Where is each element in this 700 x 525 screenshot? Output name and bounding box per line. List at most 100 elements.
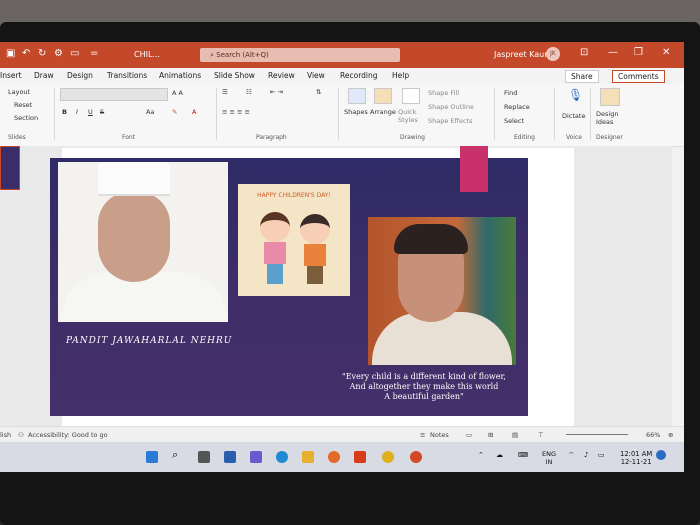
tab-insert[interactable]: Insert [0,71,22,80]
taskbar: ⌕ ⌃ ☁ ⌨ ENG IN ⌔ ♪ ▭ 12:01 AM 12-11-21 [0,442,684,472]
tab-draw[interactable]: Draw [34,71,54,80]
edge-icon[interactable] [276,451,288,463]
underline-button[interactable]: U [88,108,93,116]
slide-sorter-icon[interactable]: ⊞ [488,431,493,439]
replace-button[interactable]: Replace [504,103,530,111]
tab-view[interactable]: View [307,71,325,80]
indent-icon[interactable]: ⇤ ⇥ [270,88,283,96]
powerpoint-icon[interactable] [410,451,422,463]
design-ideas-button[interactable]: Design Ideas [596,110,626,126]
bold-button[interactable]: B [62,108,67,116]
keyboard-icon[interactable]: ⌨ [518,451,528,459]
user-name[interactable]: Jaspreet Kaur [494,50,548,59]
font-color-icon[interactable]: A [192,108,196,116]
font-name-dropdown[interactable] [60,88,168,101]
design-ideas-icon[interactable] [600,88,620,106]
slide-thumbnail[interactable] [0,146,20,190]
italic-button[interactable]: I [76,108,78,116]
microphone-icon[interactable]: 🎙 [568,88,583,102]
slideshow-icon[interactable]: ⊤ [538,431,544,439]
align-icon[interactable]: ≡ ≡ ≡ ≡ [222,108,250,116]
onedrive-icon[interactable]: ☁ [496,451,503,459]
boy-illustration [300,214,330,244]
reading-view-icon[interactable]: ▤ [512,431,518,439]
accessibility-status[interactable]: Accessibility: Good to go [28,431,108,439]
divider [54,88,55,140]
wifi-icon[interactable]: ⌔ [568,451,575,460]
arrange-icon[interactable] [374,88,392,104]
shapes-button[interactable]: Shapes [344,108,368,116]
shapes-icon[interactable] [348,88,366,104]
divider [216,88,217,140]
task-view-icon[interactable] [198,451,210,463]
numbering-icon[interactable]: ☷ [246,88,252,96]
highlight-icon[interactable]: ✎ [172,108,177,116]
normal-view-icon[interactable]: ▭ [466,431,472,439]
tab-slide-show[interactable]: Slide Show [214,71,255,80]
clock[interactable]: 12:01 AM 12-11-21 [620,450,652,466]
arrange-button[interactable]: Arrange [370,108,396,116]
more-icon[interactable]: = [90,48,98,59]
file-name[interactable]: CHIL... [134,50,160,59]
avatar[interactable]: JK [546,47,560,61]
tab-animations[interactable]: Animations [159,71,201,80]
battery-icon[interactable]: ▭ [598,451,605,459]
quick-styles-button[interactable]: Quick Styles [398,108,422,124]
customize-icon[interactable]: ⚙ [54,48,63,59]
select-button[interactable]: Select [504,117,524,125]
search-input[interactable]: ⌕ Search (Alt+Q) [200,48,400,62]
quote-text[interactable]: "Every child is a different kind of flow… [326,372,522,402]
shape-fill-button[interactable]: Shape Fill [428,89,459,97]
search-icon[interactable]: ⌕ [172,448,184,461]
chevron-up-icon[interactable]: ⌃ [478,451,484,459]
windows-start-icon[interactable] [146,451,158,463]
fit-slide-icon[interactable]: ⊕ [668,431,673,439]
title-bar: ▣ ↶ ↻ ⚙ ▭ = CHIL... ⌕ Search (Alt+Q) Jas… [0,42,684,68]
dictate-button[interactable]: Dictate [562,112,585,120]
redo-icon[interactable]: ↻ [38,48,46,59]
shape-effects-button[interactable]: Shape Effects [428,117,473,125]
firefox-icon[interactable] [328,451,340,463]
chrome-icon[interactable] [382,451,394,463]
shape-outline-button[interactable]: Shape Outline [428,103,474,111]
tab-help[interactable]: Help [392,71,409,80]
minimize-icon[interactable]: — [608,47,618,58]
reset-button[interactable]: Reset [14,101,32,109]
slide-thumbnail-pane [0,146,22,446]
present-icon[interactable]: ▭ [70,48,79,59]
close-icon[interactable]: ✕ [662,47,670,58]
notification-icon[interactable] [656,450,666,460]
undo-icon[interactable]: ↶ [22,48,30,59]
quick-styles-icon[interactable] [402,88,420,104]
strikethrough-button[interactable]: S [100,108,104,116]
tab-recording[interactable]: Recording [340,71,378,80]
volume-icon[interactable]: ♪ [584,451,588,459]
section-button[interactable]: Section [14,114,38,122]
zoom-slider[interactable] [566,434,628,435]
childrens-day-card[interactable]: HAPPY CHILDREN'S DAY! [238,184,350,296]
text-direction-icon[interactable]: ⇅ [316,88,321,96]
tab-transitions[interactable]: Transitions [107,71,147,80]
change-case-button[interactable]: Aa [146,108,154,116]
nehru-name-label[interactable]: PANDIT JAWAHARLAL NEHRU [66,336,232,346]
comments-button[interactable]: Comments [612,70,665,83]
bullets-icon[interactable]: ☰ [222,88,228,96]
zoom-level[interactable]: 66% [646,431,660,439]
widgets-icon[interactable] [224,451,236,463]
tab-review[interactable]: Review [268,71,295,80]
ribbon-display-icon[interactable]: ⊡ [580,47,588,58]
chat-icon[interactable] [250,451,262,463]
tab-design[interactable]: Design [67,71,93,80]
office-icon[interactable] [354,451,366,463]
maximize-icon[interactable]: ❐ [634,47,643,58]
language-indicator[interactable]: ENG IN [542,450,556,466]
save-icon[interactable]: ▣ [6,48,15,59]
file-explorer-icon[interactable] [302,451,314,463]
font-size-buttons[interactable]: A A [172,89,183,97]
layout-button[interactable]: Layout [8,88,30,96]
language-status[interactable]: lish [0,431,11,439]
share-button[interactable]: Share [565,70,599,83]
girl-illustration [260,212,290,242]
notes-button[interactable]: Notes [430,431,449,439]
find-button[interactable]: Find [504,89,517,97]
